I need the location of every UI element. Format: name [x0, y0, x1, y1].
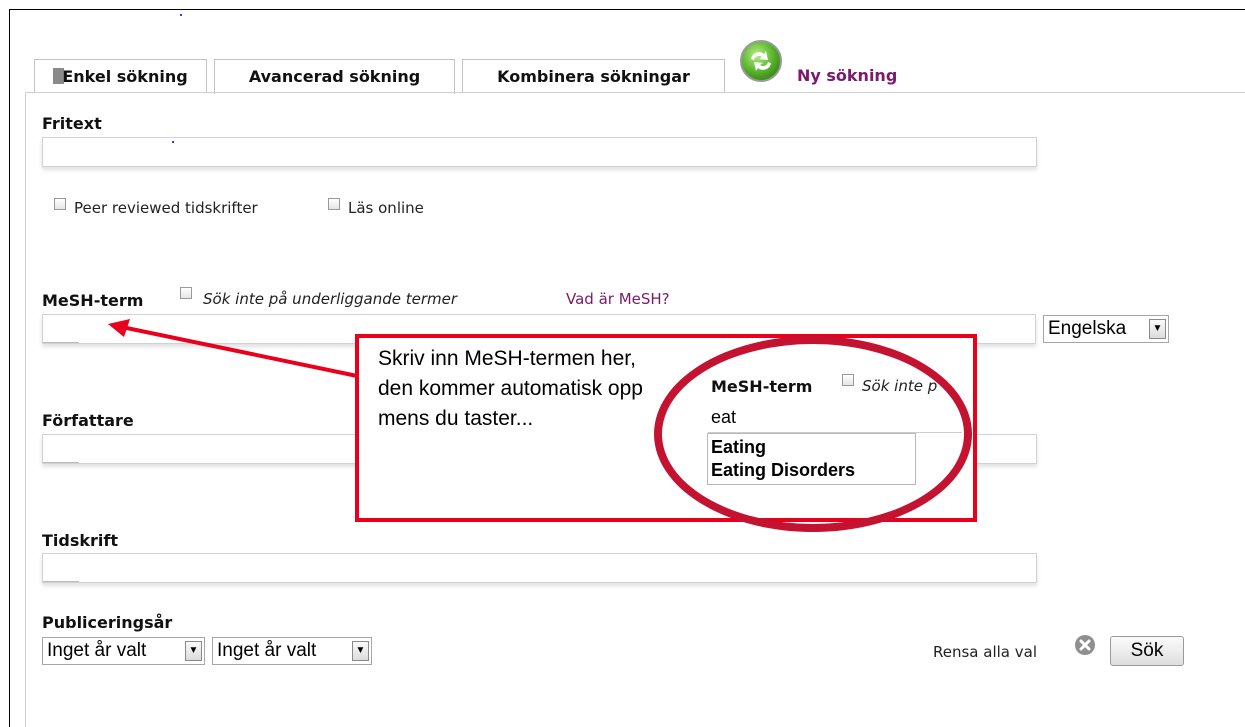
tab-combine-searches[interactable]: Kombinera sökningar — [462, 59, 725, 93]
stray-dot — [180, 14, 182, 16]
mesh-no-subterms-label: Sök inte på underliggande termer — [203, 290, 457, 308]
tab-combine-label: Kombinera sökningar — [497, 67, 690, 86]
annotation-arrow — [108, 319, 363, 379]
read-online-checkbox[interactable] — [328, 198, 340, 210]
new-search-link[interactable]: Ny sökning — [797, 66, 897, 85]
chevron-down-icon[interactable]: ▼ — [185, 641, 202, 661]
chevron-down-icon[interactable]: ▼ — [1149, 319, 1166, 339]
mesh-no-subterms-checkbox[interactable] — [180, 287, 192, 299]
tab-advanced-search[interactable]: Avancerad sökning — [214, 59, 455, 94]
tab-simple-search[interactable]: Enkel sökning — [34, 59, 207, 93]
read-online-label: Läs online — [348, 199, 424, 217]
text-caret — [172, 141, 174, 143]
journal-input[interactable] — [42, 553, 1037, 583]
year-label: Publiceringsår — [42, 613, 173, 632]
annotation-callout-text: Skriv inn MeSH-termen her, den kommer au… — [378, 347, 643, 430]
year-from-select[interactable]: Inget år valt ▼ — [42, 637, 205, 665]
author-label: Författare — [42, 411, 134, 430]
year-from-value: Inget år valt — [47, 640, 147, 661]
journal-label: Tidskrift — [42, 531, 118, 550]
mesh-language-value: Engelska — [1048, 318, 1127, 339]
fritext-input[interactable] — [42, 137, 1037, 167]
new-search-icon[interactable] — [739, 39, 783, 83]
peer-reviewed-label: Peer reviewed tidskrifter — [74, 199, 258, 217]
mesh-language-select[interactable]: Engelska ▼ — [1043, 315, 1169, 343]
highlight-ellipse — [654, 336, 972, 532]
search-button[interactable]: Sök — [1110, 636, 1184, 666]
fritext-label: Fritext — [42, 114, 102, 133]
peer-reviewed-checkbox[interactable] — [54, 198, 66, 210]
mesh-label: MeSH-term — [42, 291, 144, 310]
what-is-mesh-link[interactable]: Vad är MeSH? — [566, 290, 670, 308]
clear-all-label[interactable]: Rensa alla val — [933, 643, 1037, 661]
year-to-select[interactable]: Inget år valt ▼ — [212, 637, 372, 665]
tab-advanced-label: Avancerad sökning — [248, 67, 421, 86]
chevron-down-icon[interactable]: ▼ — [352, 641, 369, 661]
tab-simple-label: Enkel sökning — [62, 67, 188, 86]
year-to-value: Inget år valt — [217, 640, 317, 661]
clear-icon[interactable] — [1074, 634, 1096, 656]
